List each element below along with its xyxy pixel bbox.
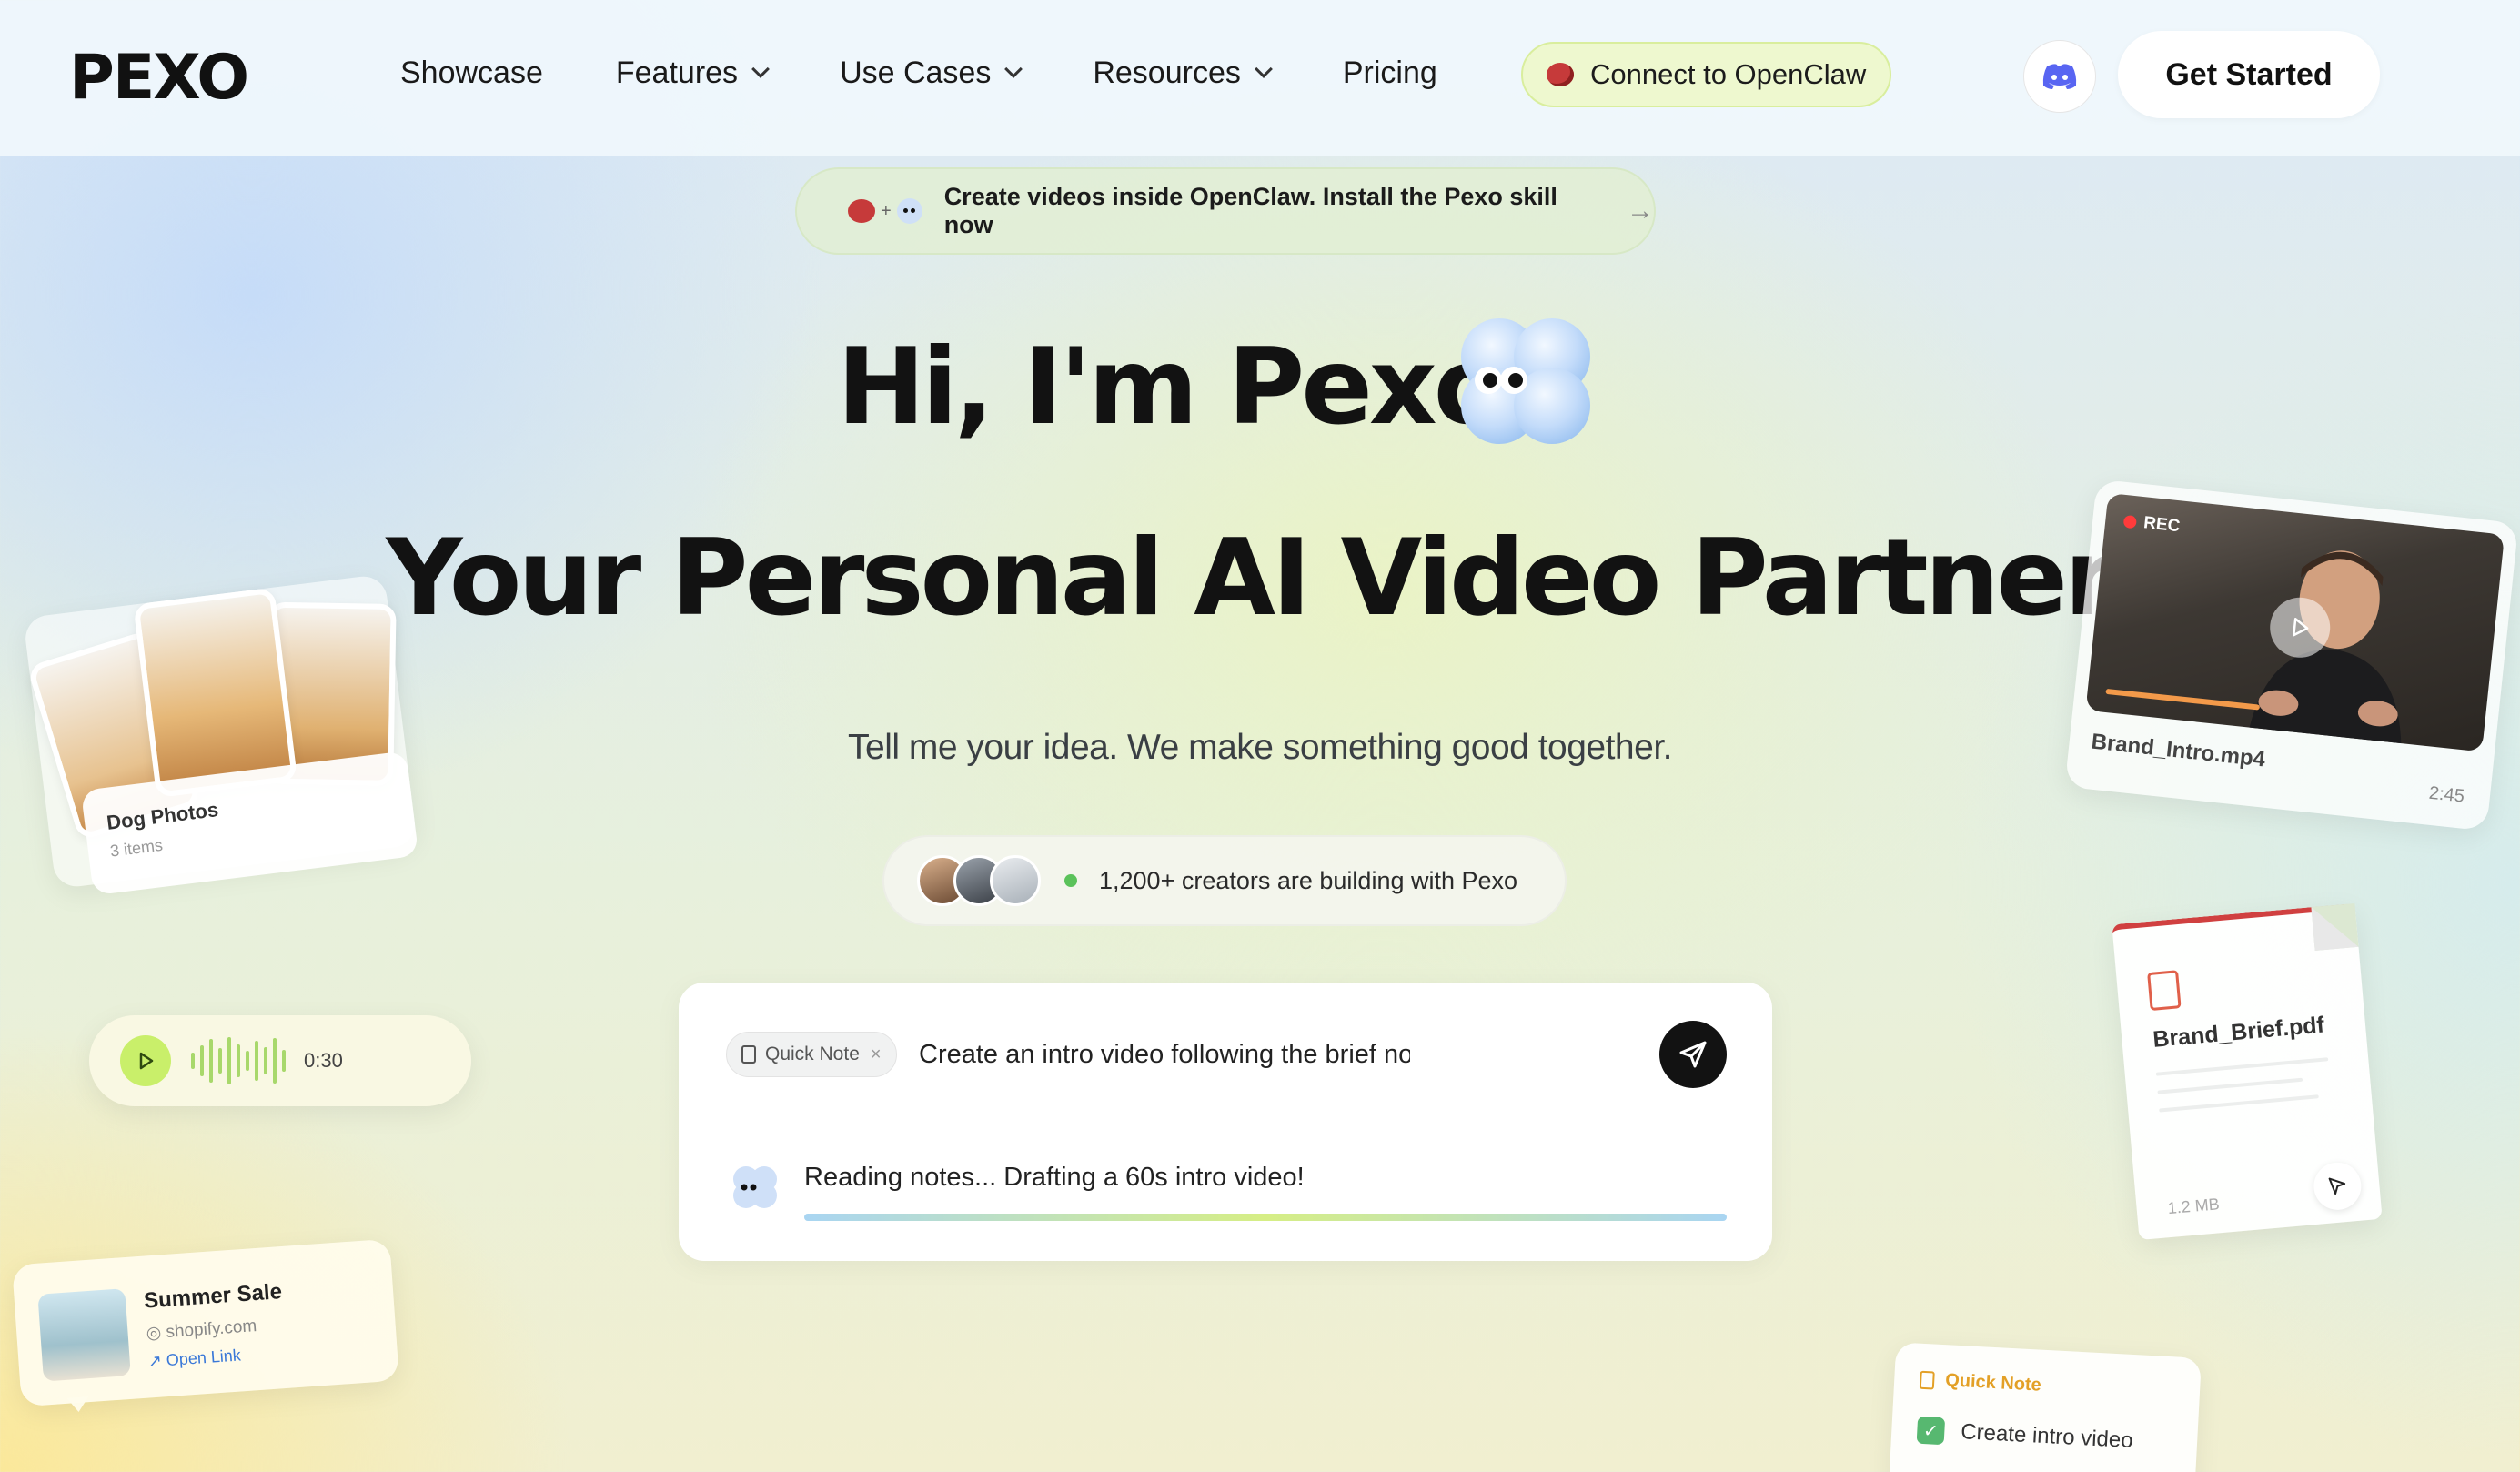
openclaw-label: Connect to OpenClaw: [1590, 58, 1867, 90]
plus-sign: +: [881, 200, 892, 221]
open-link-text: Open Link: [166, 1346, 242, 1370]
prompt-input[interactable]: Create an intro video following the brie…: [919, 1033, 1410, 1075]
arrow-right-icon: →: [1627, 196, 1654, 226]
audio-duration: 0:30: [304, 1049, 343, 1072]
document-icon: [741, 1045, 756, 1064]
chevron-down-icon: [1004, 60, 1023, 78]
sale-title: Summer Sale: [143, 1279, 283, 1314]
text-line: [2159, 1094, 2319, 1113]
send-icon: [1679, 1041, 1707, 1068]
summer-sale-card[interactable]: Summer Sale ◎ shopify.com ↗ Open Link: [12, 1238, 399, 1413]
banner-icons: +: [848, 198, 922, 224]
pdf-card[interactable]: Brand_Brief.pdf 1.2 MB: [2112, 902, 2383, 1241]
sale-domain-text: shopify.com: [165, 1316, 257, 1343]
chip-label: Quick Note: [765, 1044, 860, 1064]
quick-note-card[interactable]: Quick Note ✓ Create intro video: [1889, 1342, 2202, 1472]
note-title: Quick Note: [1944, 1370, 2042, 1396]
waveform: [191, 1033, 291, 1088]
pdf-filename: Brand_Brief.pdf: [2152, 1012, 2325, 1053]
nav-showcase[interactable]: Showcase: [400, 51, 543, 95]
progress-fill: [804, 1214, 1727, 1221]
status-text: Reading notes... Drafting a 60s intro vi…: [804, 1163, 1305, 1192]
note-header: Quick Note: [1919, 1369, 2042, 1396]
hero-greeting: Hi, I'm Pexo: [837, 326, 1506, 449]
sale-thumbnail: [37, 1288, 131, 1382]
nav-label: Pricing: [1342, 55, 1437, 90]
speech-tail: [66, 1396, 90, 1413]
open-link[interactable]: ↗ Open Link: [147, 1346, 241, 1371]
get-started-button[interactable]: Get Started: [2118, 31, 2380, 118]
presenter-image: [2247, 550, 2402, 752]
creators-badge: 1,200+ creators are building with Pexo: [882, 835, 1567, 926]
pdf-file-icon: [2147, 970, 2182, 1012]
external-link-icon: ↗: [147, 1351, 167, 1371]
checklist-item-text: Create intro video: [1960, 1419, 2134, 1454]
play-icon: [2293, 617, 2309, 637]
nav-label: Resources: [1093, 55, 1241, 90]
nav-label: Showcase: [400, 55, 543, 90]
document-icon: [1919, 1370, 1935, 1390]
discord-button[interactable]: [2023, 40, 2096, 113]
play-button[interactable]: [120, 1035, 171, 1086]
online-dot: [1064, 874, 1077, 887]
dog-photos-card[interactable]: Dog Photos 3 items: [23, 573, 419, 896]
text-line: [2157, 1077, 2303, 1094]
progress-bar: [804, 1214, 1727, 1221]
openclaw-banner[interactable]: + Create videos inside OpenClaw. Install…: [795, 167, 1656, 255]
nav-use-cases[interactable]: Use Cases: [840, 51, 1023, 95]
nav-label: Use Cases: [840, 55, 992, 90]
text-line: [2155, 1057, 2329, 1076]
pdf-size: 1.2 MB: [2166, 1195, 2221, 1218]
record-dot-icon: [2122, 514, 2138, 529]
avatar: [990, 855, 1041, 906]
video-duration: 2:45: [2427, 782, 2465, 807]
audio-card: 0:30: [89, 1015, 471, 1106]
pexo-mascot-icon: [1461, 318, 1590, 444]
rec-label: REC: [2142, 513, 2182, 537]
checklist-item: ✓ Create intro video: [1916, 1416, 2134, 1455]
chevron-down-icon: [751, 60, 770, 78]
banner-text: Create videos inside OpenClaw. Install t…: [943, 183, 1557, 238]
rec-indicator: REC: [2122, 511, 2181, 537]
nav-pricing[interactable]: Pricing: [1343, 51, 1437, 95]
close-icon[interactable]: ×: [871, 1044, 882, 1065]
openclaw-icon: [1547, 63, 1574, 86]
globe-icon: ◎: [145, 1323, 167, 1344]
send-button[interactable]: [1659, 1021, 1727, 1088]
site-header: PEXO Showcase Features Use Cases Resourc…: [0, 0, 2520, 156]
video-thumbnail: REC: [2085, 492, 2505, 752]
nav-resources[interactable]: Resources: [1093, 51, 1273, 95]
creators-text: 1,200+ creators are building with Pexo: [1099, 866, 1518, 894]
nav-features[interactable]: Features: [615, 51, 770, 95]
pexo-mascot-icon: [896, 198, 922, 224]
main-nav: Showcase Features Use Cases Resources Pr…: [400, 51, 1510, 95]
prompt-box: Quick Note × Create an intro video follo…: [679, 983, 1772, 1261]
sale-domain: ◎ shopify.com: [146, 1316, 257, 1344]
nav-label: Features: [615, 55, 739, 90]
discord-icon: [2042, 64, 2077, 89]
video-progress: [2105, 688, 2261, 711]
play-icon: [139, 1052, 154, 1070]
chevron-down-icon: [1254, 60, 1273, 78]
pexo-mascot-icon: [733, 1166, 777, 1208]
video-filename: Brand_Intro.mp4: [2090, 729, 2267, 772]
checkbox-checked-icon[interactable]: ✓: [1916, 1416, 1946, 1446]
connect-openclaw-button[interactable]: Connect to OpenClaw: [1521, 42, 1892, 107]
cursor-icon: [2312, 1160, 2364, 1212]
pexo-logo[interactable]: PEXO: [69, 42, 249, 114]
quick-note-chip[interactable]: Quick Note ×: [726, 1032, 897, 1077]
video-card[interactable]: REC Brand_Intro.mp4 2:45: [2064, 479, 2519, 832]
page-fold: [2311, 902, 2359, 951]
openclaw-icon: [848, 199, 875, 223]
